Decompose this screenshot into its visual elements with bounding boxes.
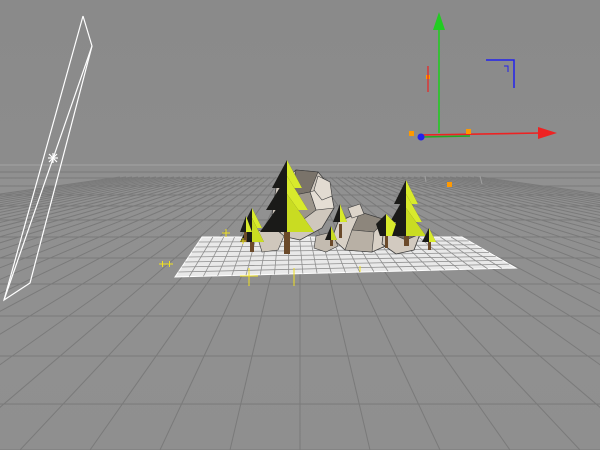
gizmo-handle-left[interactable] xyxy=(409,131,414,136)
3d-viewport[interactable] xyxy=(0,0,600,450)
gizmo-y-arrow-icon[interactable] xyxy=(433,12,445,30)
gizmo-handle-far[interactable] xyxy=(447,182,452,187)
gizmo-center-icon[interactable] xyxy=(417,133,425,141)
camera-pivot-icon[interactable] xyxy=(48,153,58,163)
gizmo-x-arrow-icon[interactable] xyxy=(538,127,557,139)
gizmo-plane-z-icon[interactable] xyxy=(486,59,515,88)
gizmo-x-axis[interactable] xyxy=(420,132,541,136)
light-marker-1[interactable] xyxy=(222,229,230,237)
camera-frustum[interactable] xyxy=(2,15,93,302)
gizmo-z-axis[interactable] xyxy=(420,135,471,138)
viewport-canvas[interactable] xyxy=(0,0,600,450)
gizmo-handle-mid[interactable] xyxy=(466,129,471,134)
transform-gizmo[interactable] xyxy=(409,12,557,187)
